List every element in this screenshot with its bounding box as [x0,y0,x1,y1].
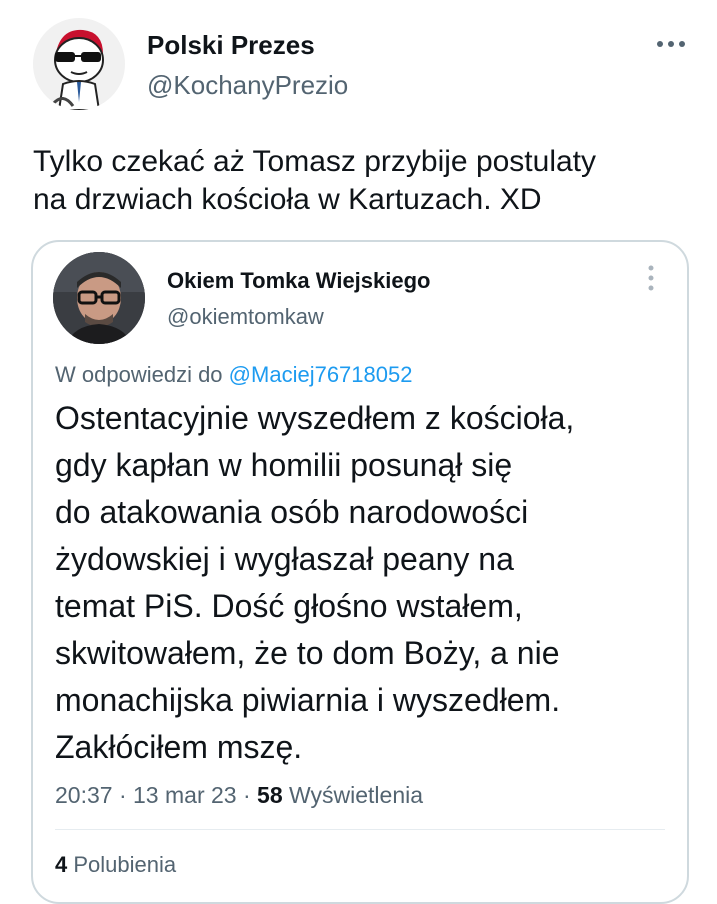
author-display-name[interactable]: Polski Prezes [147,30,315,61]
meta-separator: · [118,782,134,808]
meta-separator: · [242,782,258,808]
reply-context: W odpowiedzi do @Maciej76718052 [55,362,412,388]
quoted-text-line: Zakłóciłem mszę. [55,729,303,765]
quoted-tweet-text: Ostentacyjnie wyszedłem z kościoła, gdy … [55,395,675,771]
tweet-time[interactable]: 20:37 [55,782,113,808]
tweet-text-line: na drzwiach kościoła w Kartuzach. XD [33,183,542,216]
quoted-text-line: Ostentacyjnie wyszedłem z kościoła, [55,400,575,436]
tweet-text: Tylko czekać aż Tomasz przybije postulat… [33,143,683,219]
views-count: 58 [257,782,283,808]
more-options-icon[interactable] [654,34,688,54]
quoted-author-handle[interactable]: @okiemtomkaw [167,304,324,330]
likes-count: 4 [55,852,68,877]
quoted-text-line: gdy kapłan w homilii posunął się [55,447,513,483]
reply-user-link[interactable]: @Maciej76718052 [229,362,413,387]
quoted-author-display-name[interactable]: Okiem Tomka Wiejskiego [167,268,430,294]
quoted-text-line: skwitowałem, że to dom Boży, a nie [55,635,560,671]
quoted-tweet-meta: 20:37 · 13 mar 23 · 58 Wyświetlenia [55,782,423,809]
divider [55,829,665,830]
quoted-text-line: monachijska piwiarnia i wyszedłem. [55,682,561,718]
quoted-more-options-icon[interactable] [647,264,655,292]
quoted-text-line: temat PiS. Dość głośno wstałem, [55,588,523,624]
tweet-date[interactable]: 13 mar 23 [133,782,237,808]
author-avatar[interactable] [33,18,125,110]
author-handle[interactable]: @KochanyPrezio [147,70,348,101]
man-with-glasses-photo-avatar-icon [53,252,145,344]
tweet: Polski Prezes @KochanyPrezio Tylko czeka… [0,0,717,904]
tweet-text-line: Tylko czekać aż Tomasz przybije postulat… [33,145,597,178]
likes-label: Polubienia [73,852,177,877]
quoted-tweet-stats[interactable]: 4 Polubienia [55,852,176,878]
quoted-text-line: żydowskiej i wygłaszał peany na [55,541,514,577]
quoted-tweet-card[interactable]: Okiem Tomka Wiejskiego @okiemtomkaw W od… [31,240,689,904]
quoted-author-avatar[interactable] [53,252,145,344]
views-label: Wyświetlenia [289,782,424,808]
cartoon-man-with-sunglasses-avatar-icon [33,18,125,110]
reply-prefix: W odpowiedzi do [55,362,223,387]
quoted-text-line: do atakowania osób narodowości [55,494,529,530]
